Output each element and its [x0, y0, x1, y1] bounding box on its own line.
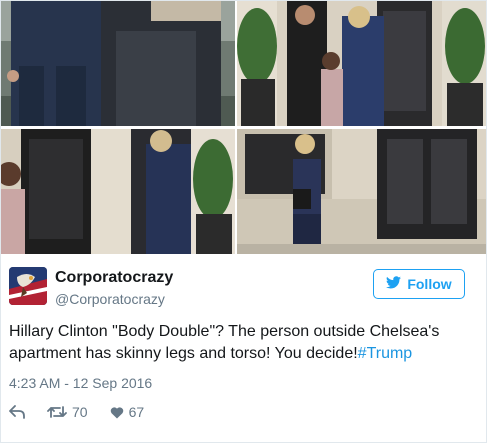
photo-4[interactable] [237, 129, 486, 254]
display-name[interactable]: Corporatocrazy [55, 269, 173, 287]
reply-icon [9, 405, 25, 419]
like-button[interactable]: 67 [110, 404, 145, 420]
timestamp[interactable]: 4:23 AM - 12 Sep 2016 [9, 375, 152, 391]
user-handle[interactable]: @Corporatocrazy [55, 291, 165, 307]
avatar[interactable] [9, 267, 47, 305]
follow-label: Follow [407, 276, 452, 292]
retweet-button[interactable]: 70 [47, 404, 88, 420]
tweet-text: Hillary Clinton "Body Double"? The perso… [9, 321, 479, 365]
tweet-header: Corporatocrazy @Corporatocrazy Follow [9, 267, 479, 311]
retweet-count: 70 [72, 404, 88, 420]
photo-2[interactable] [237, 1, 486, 126]
like-count: 67 [128, 404, 145, 420]
reply-button[interactable] [9, 405, 25, 419]
photo-1[interactable] [1, 1, 235, 126]
tweet-actions: 70 67 [9, 401, 166, 423]
bird-icon [386, 276, 402, 292]
heart-icon [110, 406, 124, 419]
follow-button[interactable]: Follow [373, 269, 465, 299]
retweet-icon [47, 405, 67, 419]
photo-3[interactable] [1, 129, 235, 254]
tweet-card: Corporatocrazy @Corporatocrazy Follow Hi… [0, 0, 487, 443]
photo-grid[interactable] [1, 1, 486, 256]
hashtag-link[interactable]: #Trump [358, 345, 413, 362]
